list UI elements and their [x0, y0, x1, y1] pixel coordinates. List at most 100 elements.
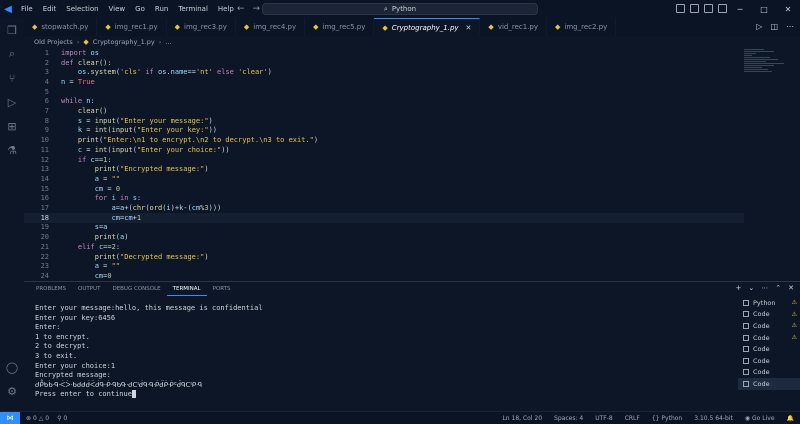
- code-text: n = True: [61, 77, 95, 86]
- status-problems[interactable]: ⊗ 0 △ 0: [26, 415, 49, 422]
- menu-run[interactable]: Run: [150, 5, 173, 13]
- code-line[interactable]: 7 clear(): [24, 106, 744, 116]
- layout-controls: [676, 4, 727, 13]
- code-line[interactable]: 24 cm=0: [24, 271, 744, 278]
- terminal-instance[interactable]: Code: [738, 378, 800, 390]
- tab-img-rec3-py[interactable]: ◆ img_rec3.py: [167, 18, 236, 36]
- breadcrumb-more[interactable]: ...: [165, 38, 171, 46]
- run-debug-icon[interactable]: ▷: [0, 90, 24, 114]
- customize-layout-icon[interactable]: [718, 4, 727, 13]
- terminal-instance[interactable]: Code: [738, 343, 800, 355]
- close-panel-icon[interactable]: ✕: [788, 284, 794, 292]
- menu-view[interactable]: View: [104, 5, 131, 13]
- panel-tab-terminal[interactable]: TERMINAL: [166, 282, 207, 296]
- more-actions-icon[interactable]: ⋯: [761, 284, 768, 292]
- search-icon[interactable]: ⌕: [0, 42, 24, 66]
- close-tab-icon[interactable]: ✕: [466, 24, 472, 32]
- run-python-file-icon[interactable]: ▷: [756, 22, 762, 31]
- menu-edit[interactable]: Edit: [38, 5, 62, 13]
- menu-file[interactable]: File: [16, 5, 38, 13]
- code-editor[interactable]: 1 import os 2 def clear(): 3 os.system('cls'…: [24, 48, 744, 278]
- maximize-icon[interactable]: □: [752, 0, 776, 18]
- code-line[interactable]: 15 cm = 0: [24, 184, 744, 194]
- panel-tab-output[interactable]: OUTPUT: [72, 282, 106, 296]
- code-line[interactable]: 4 n = True: [24, 77, 744, 87]
- terminal-instance[interactable]: Code ⚠: [738, 309, 800, 321]
- testing-icon[interactable]: ⚗: [0, 138, 24, 162]
- code-line[interactable]: 11 c = int(input("Enter your choice:")): [24, 145, 744, 155]
- menu-help[interactable]: Help: [213, 5, 239, 13]
- terminal-instance[interactable]: Python ⚠: [738, 297, 800, 309]
- source-control-icon[interactable]: ⑂: [0, 66, 24, 90]
- forward-arrow-icon[interactable]: →: [253, 4, 261, 14]
- menu-go[interactable]: Go: [130, 5, 150, 13]
- extensions-icon[interactable]: ⊞: [0, 114, 24, 138]
- panel-tab-problems[interactable]: PROBLEMS: [30, 282, 72, 296]
- code-line[interactable]: 2 def clear():: [24, 58, 744, 68]
- settings-gear-icon[interactable]: ⚙: [0, 379, 24, 403]
- indentation[interactable]: Spaces: 4: [554, 415, 583, 422]
- terminal-output[interactable]: Enter your message:hello, this message i…: [35, 304, 263, 400]
- tab-img-rec1-py[interactable]: ◆ img_rec1.py: [97, 18, 167, 36]
- code-line[interactable]: 16 for i in s:: [24, 194, 744, 204]
- code-line[interactable]: 8 s = input("Enter your message:"): [24, 116, 744, 126]
- panel-tab-ports[interactable]: PORTS: [207, 282, 237, 296]
- go-live-button[interactable]: ◉ Go Live: [745, 415, 775, 422]
- encoding[interactable]: UTF-8: [595, 415, 613, 422]
- code-line[interactable]: 22 print("Decrypted message:"): [24, 252, 744, 262]
- code-line[interactable]: 6 while n:: [24, 97, 744, 107]
- language-mode[interactable]: {} Python: [652, 415, 682, 422]
- menu-terminal[interactable]: Terminal: [173, 5, 213, 13]
- status-info[interactable]: ⚲ 0: [57, 415, 67, 422]
- account-icon[interactable]: ◯: [0, 355, 24, 379]
- panel-tab-debug-console[interactable]: DEBUG CONSOLE: [106, 282, 166, 296]
- breadcrumb-file[interactable]: Cryptography_1.py: [93, 38, 155, 46]
- terminal-instance[interactable]: Code: [738, 367, 800, 379]
- new-terminal-icon[interactable]: +: [736, 284, 742, 292]
- tab-img-rec5-py[interactable]: ◆ img_rec5.py: [305, 18, 375, 36]
- code-line[interactable]: 5: [24, 87, 744, 97]
- remote-indicator-icon[interactable]: ⋈: [0, 411, 20, 424]
- python-interpreter[interactable]: 3.10.5 64-bit: [694, 415, 733, 422]
- code-line[interactable]: 9 k = int(input("Enter your key:")): [24, 126, 744, 136]
- terminal-instance[interactable]: Code ⚠: [738, 320, 800, 332]
- chevron-down-icon[interactable]: ⌄: [748, 284, 754, 292]
- terminal-instance[interactable]: Code ⚠: [738, 332, 800, 344]
- code-line[interactable]: 12 if c==1:: [24, 155, 744, 165]
- back-arrow-icon[interactable]: ←: [237, 4, 245, 14]
- breadcrumb-folder[interactable]: Old Projects: [34, 38, 73, 46]
- code-line[interactable]: 23 a = "": [24, 261, 744, 271]
- tab-label: img_rec4.py: [253, 23, 297, 31]
- cursor-position[interactable]: Ln 18, Col 20: [502, 415, 542, 422]
- command-center[interactable]: ⌕ Python: [262, 3, 538, 15]
- split-editor-icon[interactable]: ◫: [770, 22, 778, 31]
- code-line[interactable]: 14 a = "": [24, 174, 744, 184]
- code-line[interactable]: 3 os.system('cls' if os.name=='nt' else …: [24, 67, 744, 77]
- terminal-instance[interactable]: Code: [738, 355, 800, 367]
- code-line[interactable]: 19 s=a: [24, 223, 744, 233]
- code-line[interactable]: 20 print(a): [24, 232, 744, 242]
- toggle-primary-sidebar-icon[interactable]: [676, 4, 685, 13]
- toggle-secondary-sidebar-icon[interactable]: [704, 4, 713, 13]
- code-line[interactable]: 1 import os: [24, 48, 744, 58]
- tab-img-rec4-py[interactable]: ◆ img_rec4.py: [236, 18, 306, 36]
- explorer-icon[interactable]: ❐: [0, 18, 24, 42]
- code-line[interactable]: 10 print("Enter:\n1 to encrypt.\n2 to de…: [24, 135, 744, 145]
- tab-img-rec2-py[interactable]: ◆ img_rec2.py: [547, 18, 617, 36]
- code-line[interactable]: 13 print("Encrypted message:"): [24, 164, 744, 174]
- menu-selection[interactable]: Selection: [61, 5, 103, 13]
- minimap[interactable]: [744, 48, 792, 108]
- close-icon[interactable]: ✕: [776, 0, 800, 18]
- minimize-icon[interactable]: ─: [728, 0, 752, 18]
- tab-stopwatch-py[interactable]: ◆ stopwatch.py: [24, 18, 98, 36]
- toggle-panel-icon[interactable]: [690, 4, 699, 13]
- code-line[interactable]: 21 elif c==2:: [24, 242, 744, 252]
- end-of-line[interactable]: CRLF: [625, 415, 640, 422]
- tab-cryptography-1-py[interactable]: ◆ Cryptography_1.py ✕: [374, 18, 481, 36]
- code-line[interactable]: 18 cm=cm+1: [24, 212, 744, 223]
- tab-vid-rec1-py[interactable]: ◆ vid_rec1.py: [480, 18, 547, 36]
- code-line[interactable]: 17 a=a+(chr(ord(i)+k-(cm%3))): [24, 203, 744, 213]
- maximize-panel-icon[interactable]: ⌃: [775, 284, 781, 292]
- more-actions-icon[interactable]: ⋯: [786, 22, 794, 31]
- bell-icon[interactable]: 🔔: [787, 415, 794, 422]
